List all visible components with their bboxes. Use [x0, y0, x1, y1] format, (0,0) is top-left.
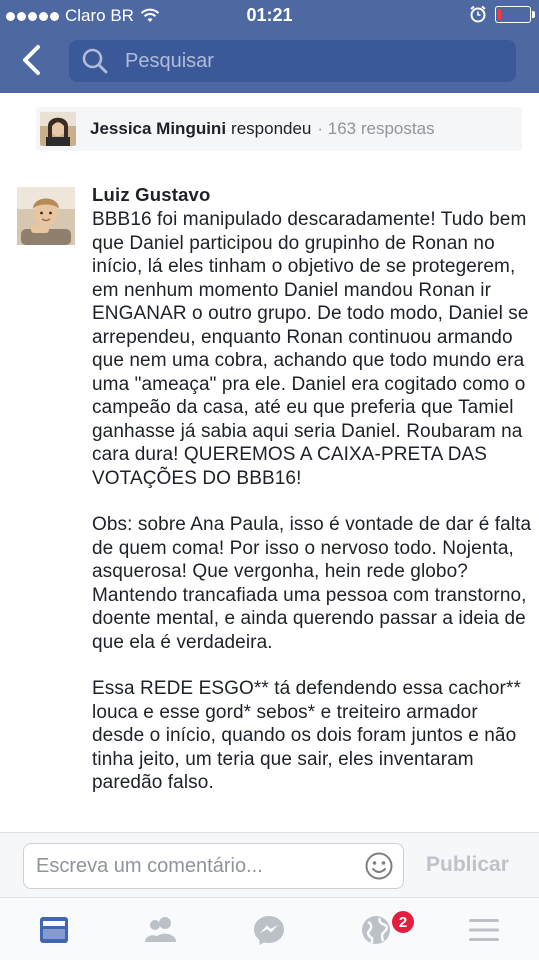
search-icon	[82, 48, 108, 74]
replier-avatar[interactable]	[40, 112, 76, 146]
notifications-badge: 2	[391, 910, 415, 934]
search-bar[interactable]	[69, 40, 516, 82]
status-right	[469, 5, 535, 23]
reply-summary[interactable]: Jessica Minguini respondeu · 163 respost…	[36, 107, 522, 151]
reply-verb: respondeu	[231, 119, 312, 138]
clock: 01:21	[246, 5, 293, 25]
back-arrow-icon[interactable]	[14, 42, 50, 78]
status-bar: Claro BR 01:21	[0, 0, 539, 32]
news-feed-icon[interactable]	[37, 914, 71, 946]
top-header: Claro BR 01:21	[0, 0, 539, 93]
comment-author[interactable]: Luiz Gustavo	[92, 184, 211, 206]
battery-icon	[495, 5, 535, 23]
comment-composer: Escreva um comentário... Publicar	[0, 832, 539, 897]
comment-paragraph: Essa REDE ESGO** tá defendendo essa cach…	[92, 678, 521, 793]
alarm-icon	[470, 5, 486, 23]
friends-icon[interactable]	[144, 914, 178, 946]
publish-button[interactable]: Publicar	[426, 853, 509, 877]
emoji-icon[interactable]	[364, 851, 394, 881]
battery-level	[498, 8, 501, 20]
messenger-icon[interactable]	[252, 914, 286, 946]
comment-paragraph: BBB16 foi manipulado descaradamente! Tud…	[92, 209, 529, 489]
notifications-globe-icon[interactable]	[360, 914, 394, 946]
commenter-avatar[interactable]	[17, 187, 75, 245]
search-input[interactable]	[125, 49, 485, 73]
comment-input[interactable]: Escreva um comentário...	[23, 843, 404, 889]
reply-count: · 163 respostas	[317, 119, 435, 138]
comment-paragraph: Obs: sobre Ana Paula, isso é vontade de …	[92, 514, 532, 653]
tab-bar	[0, 897, 539, 960]
replier-name[interactable]: Jessica Minguini	[90, 119, 226, 139]
comment-input-placeholder: Escreva um comentário...	[36, 854, 263, 877]
comment-body: BBB16 foi manipulado descaradamente! Tud…	[92, 208, 532, 818]
menu-icon[interactable]	[467, 914, 501, 946]
